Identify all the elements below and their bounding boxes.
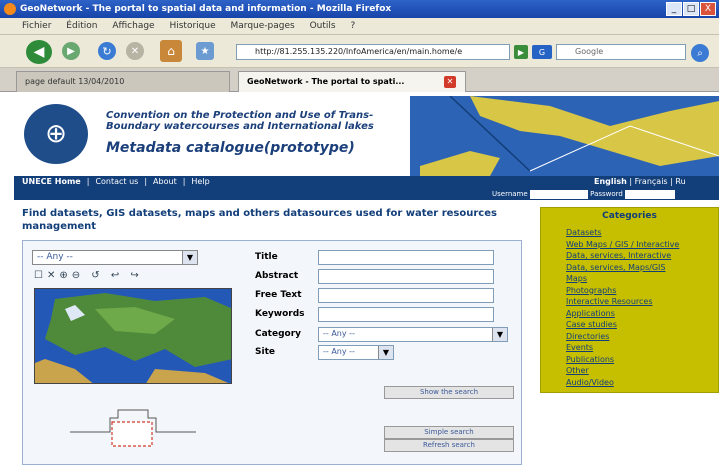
close-tab-icon[interactable]: ✕ — [444, 76, 456, 88]
banner-map-image — [410, 96, 719, 176]
close-button[interactable]: X — [700, 2, 716, 16]
menu-bar: Fichier Édition Affichage Historique Mar… — [0, 18, 719, 35]
username-label: Username — [492, 190, 528, 198]
minimize-button[interactable]: _ — [666, 2, 682, 16]
tab-page-default[interactable]: page default 13/04/2010 — [16, 71, 230, 92]
category-link[interactable]: Applications — [566, 308, 716, 320]
region-select[interactable]: -- Any -- ▼ — [32, 250, 198, 265]
abstract-label: Abstract — [255, 271, 299, 281]
menu-edit[interactable]: Édition — [66, 21, 97, 31]
menu-tools[interactable]: Outils — [310, 21, 336, 31]
category-link[interactable]: Events — [566, 342, 716, 354]
address-bar[interactable]: http://81.255.135.220/InfoAmerica/en/mai… — [236, 44, 510, 60]
chevron-down-icon: ▼ — [492, 328, 507, 341]
category-link-maps[interactable]: Maps — [566, 273, 716, 285]
password-input[interactable] — [625, 189, 676, 199]
nav-separator: | — [86, 177, 90, 186]
category-link-photographs[interactable]: Photographs — [566, 285, 716, 297]
map-toolbar[interactable]: ☐✕⊕⊖ ↺ ↩ ↪ — [34, 270, 194, 284]
search-engine-icon[interactable]: G — [532, 45, 552, 59]
window-titlebar: GeoNetwork - The portal to spatial data … — [0, 0, 719, 18]
title-input[interactable] — [318, 250, 494, 265]
search-button[interactable]: Show the search — [384, 386, 514, 399]
categories-title: Categories — [602, 211, 657, 221]
keywords-input[interactable] — [318, 307, 494, 322]
menu-file[interactable]: Fichier — [22, 21, 51, 31]
free-text-input[interactable] — [318, 288, 494, 303]
category-link[interactable]: Audio/Video — [566, 377, 716, 389]
chevron-down-icon: ▼ — [378, 346, 393, 359]
title-label: Title — [255, 252, 278, 262]
banner-map-graphic — [410, 96, 719, 176]
nav-separator: | — [144, 177, 148, 186]
category-link[interactable]: Interactive Resources — [566, 296, 716, 308]
menu-view[interactable]: Affichage — [112, 21, 154, 31]
lang-russian[interactable]: Ru — [675, 177, 685, 186]
firefox-icon — [4, 3, 16, 15]
category-link[interactable]: Directories — [566, 331, 716, 343]
region-select-value: -- Any -- — [37, 252, 73, 262]
overview-map[interactable] — [70, 402, 196, 452]
lang-english[interactable]: English — [594, 177, 627, 186]
map-viewer[interactable] — [34, 288, 232, 384]
category-link-datasets[interactable]: Datasets — [566, 227, 716, 239]
category-link[interactable]: Case studies — [566, 319, 716, 331]
categories-list: Datasets Web Maps / GIS / Interactive Da… — [556, 227, 716, 388]
category-link[interactable]: Data, services, Interactive — [566, 250, 716, 262]
search-icon[interactable]: ⌕ — [691, 44, 709, 62]
europe-map-graphic — [35, 289, 231, 383]
tab-geonetwork[interactable]: GeoNetwork - The portal to spati... — [238, 71, 466, 92]
keywords-label: Keywords — [255, 309, 305, 319]
category-select-value: -- Any -- — [323, 329, 355, 338]
free-text-label: Free Text — [255, 290, 302, 300]
lang-separator: | — [670, 177, 673, 186]
reload-icon[interactable]: ↻ — [98, 42, 116, 60]
menu-history[interactable]: Historique — [169, 21, 215, 31]
category-label: Category — [255, 329, 302, 339]
lang-french[interactable]: Français — [635, 177, 668, 186]
unece-logo: ⊕ — [24, 104, 88, 164]
search-input[interactable]: Google — [556, 44, 686, 60]
refresh-search-button[interactable]: Refresh search — [384, 439, 514, 452]
maximize-button[interactable]: □ — [683, 2, 699, 16]
nav-unece-home[interactable]: UNECE Home — [22, 177, 81, 186]
site-label: Site — [255, 347, 275, 357]
forward-icon[interactable]: ▶ — [62, 42, 80, 60]
language-selector: English | Français | Ru — [594, 176, 719, 188]
site-select[interactable]: -- Any -- ▼ — [318, 345, 394, 360]
convention-title: Convention on the Protection and Use of … — [106, 110, 374, 132]
category-select[interactable]: -- Any -- ▼ — [318, 327, 508, 342]
username-input[interactable] — [529, 189, 588, 199]
overview-map-graphic — [70, 409, 196, 447]
nav-about[interactable]: About — [153, 177, 177, 186]
nav-help[interactable]: Help — [191, 177, 209, 186]
home-icon[interactable]: ⌂ — [160, 40, 182, 62]
bookmark-icon[interactable]: ★ — [196, 42, 214, 60]
chevron-down-icon: ▼ — [182, 251, 197, 264]
menu-bookmarks[interactable]: Marque-pages — [231, 21, 295, 31]
page-title: Metadata catalogue(prototype) — [106, 140, 355, 156]
login-row: Username Password — [440, 188, 719, 200]
category-link[interactable]: Publications — [566, 354, 716, 366]
back-icon[interactable]: ◀ — [26, 40, 52, 64]
lang-separator: | — [629, 177, 633, 186]
stop-icon[interactable]: ✕ — [126, 42, 144, 60]
nav-separator: | — [182, 177, 186, 186]
abstract-input[interactable] — [318, 269, 494, 284]
category-link[interactable]: Other — [566, 365, 716, 377]
search-form: Title Abstract Free Text Keywords Catego… — [245, 246, 513, 370]
site-select-value: -- Any -- — [323, 347, 355, 356]
nav-contact-us[interactable]: Contact us — [95, 177, 138, 186]
simple-search-button[interactable]: Simple search — [384, 426, 514, 439]
password-label: Password — [590, 190, 623, 198]
search-intro: Find datasets, GIS datasets, maps and ot… — [22, 208, 497, 232]
category-link[interactable]: Data, services, Maps/GIS — [566, 262, 716, 274]
category-link[interactable]: Web Maps / GIS / Interactive — [566, 239, 716, 251]
menu-help[interactable]: ? — [350, 21, 355, 31]
go-icon[interactable]: ▶ — [514, 45, 528, 59]
